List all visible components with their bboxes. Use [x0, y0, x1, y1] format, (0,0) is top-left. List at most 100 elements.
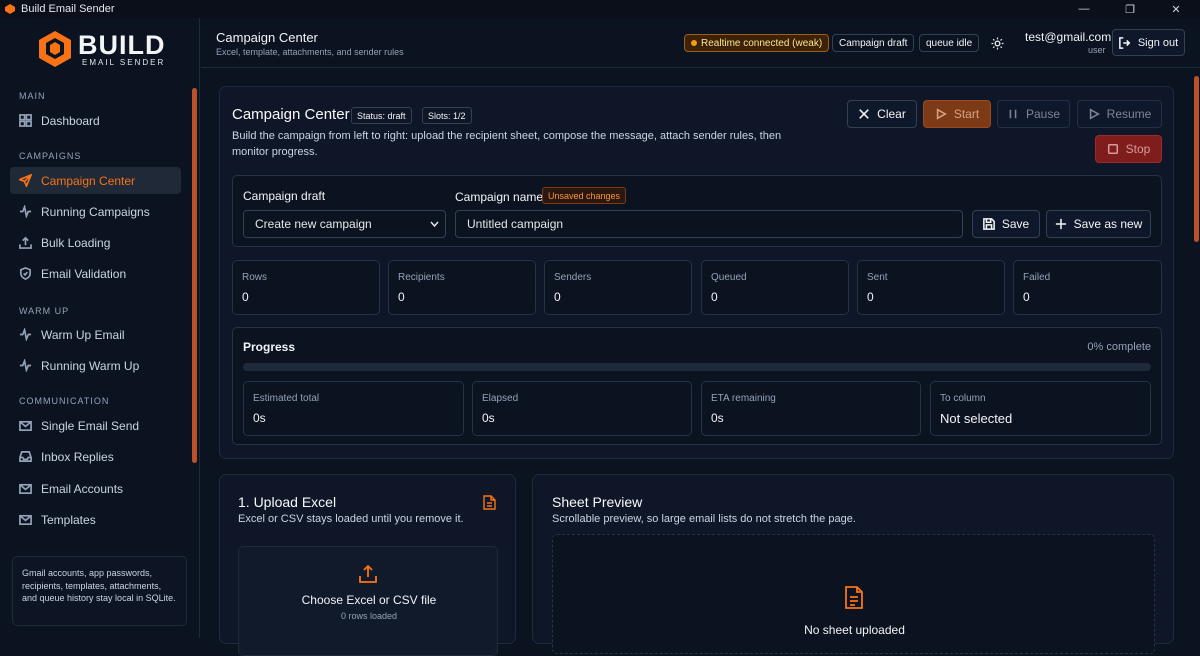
- campaign-center-card: Campaign Center Status: draft Slots: 1/2…: [219, 86, 1174, 459]
- logo-icon: [39, 31, 71, 67]
- sidebar-item-label: Running Campaigns: [41, 204, 150, 219]
- sidebar-item-label: Dashboard: [41, 113, 100, 128]
- sidebar-scrollbar[interactable]: [192, 88, 197, 463]
- campaign-name-label: Campaign name: [455, 190, 544, 204]
- status-badge: Status: draft: [351, 107, 412, 124]
- sidebar-item-label: Single Email Send: [41, 418, 140, 433]
- shield-check-icon: [20, 267, 31, 280]
- theme-toggle-icon[interactable]: [991, 37, 1004, 50]
- restore-icon[interactable]: ❐: [1107, 0, 1153, 18]
- metric-elapsed: Elapsed 0s: [472, 381, 692, 436]
- upload-title: 1. Upload Excel: [238, 494, 337, 510]
- sidebar-item-inbox-replies[interactable]: Inbox Replies: [10, 443, 181, 470]
- pause-button[interactable]: Pause: [997, 100, 1070, 128]
- stat-rows: Rows 0: [232, 260, 380, 315]
- campaign-draft-badge: Campaign draft: [832, 34, 915, 52]
- activity-icon: [19, 359, 32, 372]
- resume-button[interactable]: Resume: [1077, 100, 1162, 128]
- pause-icon: [1009, 109, 1017, 119]
- upload-subtitle: Excel or CSV stays loaded until you remo…: [238, 513, 464, 525]
- preview-subtitle: Scrollable preview, so large email lists…: [552, 513, 856, 525]
- stat-recipients: Recipients 0: [388, 260, 536, 315]
- unsaved-changes-badge: Unsaved changes: [542, 187, 627, 204]
- brand-tagline: EMAIL SENDER: [82, 57, 166, 67]
- storage-note: Gmail accounts, app passwords, recipient…: [12, 556, 187, 626]
- upload-icon: [359, 564, 377, 583]
- window-title: Build Email Sender: [21, 3, 115, 15]
- sidebar-item-label: Running Warm Up: [41, 358, 140, 373]
- file-dropzone[interactable]: Choose Excel or CSV file 0 rows loaded: [238, 546, 498, 656]
- preview-area[interactable]: No sheet uploaded: [552, 534, 1155, 654]
- main-scrollbar[interactable]: [1194, 76, 1199, 242]
- no-sheet-label: No sheet uploaded: [804, 623, 905, 637]
- slots-badge: Slots: 1/2: [422, 107, 472, 124]
- metric-eta-remaining: ETA remaining 0s: [701, 381, 921, 436]
- sidebar-item-running-warm-up[interactable]: Running Warm Up: [10, 352, 181, 379]
- save-as-new-button[interactable]: Save as new: [1046, 210, 1151, 238]
- queue-status-badge: queue idle: [919, 34, 980, 52]
- topbar: Campaign Center Excel, template, attachm…: [201, 18, 1200, 68]
- file-icon: [845, 586, 863, 609]
- grid-icon: [19, 114, 32, 127]
- sidebar-item-email-accounts[interactable]: Email Accounts: [10, 475, 181, 502]
- sidebar-item-warm-up-email[interactable]: Warm Up Email: [10, 321, 181, 348]
- campaign-draft-select[interactable]: Create new campaign: [243, 210, 446, 238]
- sidebar-item-label: Inbox Replies: [41, 449, 114, 464]
- sign-out-button[interactable]: Sign out: [1112, 29, 1185, 56]
- section-warm-up: WARM UP: [19, 306, 70, 316]
- sidebar-item-campaign-center[interactable]: Campaign Center: [10, 167, 181, 194]
- brand-name: BUILD: [78, 29, 166, 60]
- x-icon: [859, 109, 869, 119]
- sidebar: BUILD EMAIL SENDER MAIN Dashboard CAMPAI…: [0, 18, 200, 638]
- sidebar-item-label: Email Accounts: [41, 481, 124, 496]
- draft-panel: Campaign draft Create new campaign Campa…: [232, 175, 1162, 247]
- activity-icon: [19, 328, 32, 341]
- sidebar-item-label: Email Validation: [41, 266, 127, 281]
- play-icon: [1089, 108, 1100, 120]
- stat-queued: Queued 0: [701, 260, 849, 315]
- upload-icon: [19, 236, 32, 249]
- stat-failed: Failed 0: [1013, 260, 1162, 315]
- brand-logo[interactable]: BUILD EMAIL SENDER: [38, 30, 166, 68]
- metric-estimated-total: Estimated total 0s: [243, 381, 464, 436]
- progress-track: [243, 363, 1151, 371]
- user-email: test@gmail.com: [1025, 30, 1112, 44]
- campaign-name-input[interactable]: Untitled campaign: [455, 210, 963, 238]
- at-sign-icon: [19, 483, 32, 494]
- upload-excel-card: 1. Upload Excel Excel or CSV stays loade…: [219, 474, 516, 656]
- campaign-title: Campaign Center: [232, 106, 350, 123]
- app-icon: [5, 4, 15, 14]
- plus-icon: [1055, 218, 1066, 230]
- stop-icon: [1107, 143, 1118, 155]
- sidebar-item-label: Templates: [41, 512, 96, 527]
- stat-senders: Senders 0: [544, 260, 692, 315]
- section-main: MAIN: [19, 91, 46, 101]
- rows-loaded-label: 0 rows loaded: [340, 611, 398, 621]
- save-button[interactable]: Save: [972, 210, 1040, 238]
- sidebar-item-bulk-loading[interactable]: Bulk Loading: [10, 229, 181, 256]
- sidebar-item-running-campaigns[interactable]: Running Campaigns: [10, 198, 181, 225]
- sidebar-item-label: Bulk Loading: [41, 235, 111, 250]
- preview-title: Sheet Preview: [552, 494, 643, 510]
- clear-button[interactable]: Clear: [847, 100, 917, 128]
- progress-panel: Progress 0% complete Estimated total 0s …: [232, 327, 1162, 445]
- close-icon[interactable]: ✕: [1153, 0, 1199, 18]
- sidebar-item-label: Warm Up Email: [41, 327, 125, 342]
- sidebar-item-templates[interactable]: Templates: [10, 506, 181, 533]
- sidebar-item-single-email-send[interactable]: Single Email Send: [10, 412, 181, 439]
- connection-status-badge: Realtime connected (weak): [684, 34, 830, 52]
- page-subtitle: Excel, template, attachments, and sender…: [216, 47, 404, 57]
- user-role: user: [1088, 45, 1106, 55]
- inbox-icon: [19, 451, 32, 462]
- sidebar-item-email-validation[interactable]: Email Validation: [10, 260, 181, 287]
- stop-button[interactable]: Stop: [1095, 135, 1162, 163]
- minimize-icon[interactable]: —: [1061, 0, 1107, 18]
- activity-icon: [19, 205, 32, 218]
- log-out-icon: [1118, 36, 1131, 49]
- stat-sent: Sent 0: [857, 260, 1005, 315]
- page-title: Campaign Center: [216, 30, 318, 45]
- start-button[interactable]: Start: [923, 100, 991, 128]
- sidebar-item-dashboard[interactable]: Dashboard: [10, 107, 181, 134]
- sidebar-item-label: Campaign Center: [41, 173, 136, 188]
- play-icon: [936, 108, 947, 120]
